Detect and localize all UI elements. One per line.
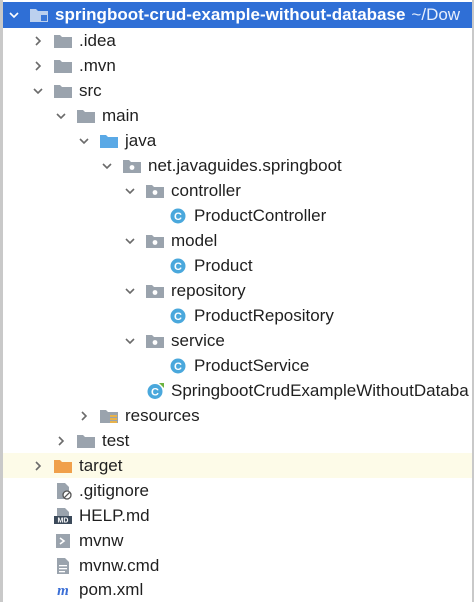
folder-icon bbox=[76, 107, 96, 125]
tree-label-src: src bbox=[79, 80, 102, 100]
tree-label-service: service bbox=[171, 330, 225, 350]
script-file-icon bbox=[53, 532, 73, 550]
tree-row-repository[interactable]: repository bbox=[3, 278, 472, 303]
tree-label-package: net.javaguides.springboot bbox=[148, 155, 342, 175]
tree-label-gitignore: .gitignore bbox=[79, 480, 149, 500]
package-icon bbox=[145, 232, 165, 250]
tree-row-model[interactable]: model bbox=[3, 228, 472, 253]
tree-label-product-controller: ProductController bbox=[194, 205, 327, 225]
tree-label-java: java bbox=[125, 130, 157, 150]
tree-row-service[interactable]: service bbox=[3, 328, 472, 353]
text-file-icon bbox=[53, 557, 73, 575]
chevron-right-icon[interactable] bbox=[32, 60, 44, 72]
java-class-icon: C bbox=[168, 207, 188, 225]
package-icon bbox=[145, 282, 165, 300]
tree-label-target: target bbox=[79, 455, 123, 475]
java-class-icon: C bbox=[168, 307, 188, 325]
tree-label-product: Product bbox=[194, 255, 253, 275]
svg-text:C: C bbox=[174, 311, 182, 323]
tree-row-java[interactable]: java bbox=[3, 128, 472, 153]
package-icon bbox=[145, 332, 165, 350]
tree-row-pom-xml[interactable]: m pom.xml bbox=[3, 577, 472, 602]
resources-folder-icon bbox=[99, 407, 119, 425]
tree-row-product-repository[interactable]: C ProductRepository bbox=[3, 303, 472, 328]
folder-icon bbox=[53, 32, 73, 50]
tree-label-idea: .idea bbox=[79, 30, 116, 50]
project-path: ~/Dow bbox=[411, 5, 461, 24]
tree-row-project-root[interactable]: springboot-crud-example-without-database… bbox=[3, 2, 472, 28]
tree-row-controller[interactable]: controller bbox=[3, 178, 472, 203]
tree-label-mvnw: mvnw bbox=[79, 530, 124, 550]
maven-icon: m bbox=[53, 581, 73, 599]
tree-row-product-controller[interactable]: C ProductController bbox=[3, 203, 472, 228]
chevron-right-icon[interactable] bbox=[32, 460, 44, 472]
tree-row-application-class[interactable]: C SpringbootCrudExampleWithoutDataba bbox=[3, 378, 472, 403]
package-icon bbox=[122, 157, 142, 175]
svg-text:C: C bbox=[174, 361, 182, 373]
tree-label-test: test bbox=[102, 430, 130, 450]
tree-row-mvnw-cmd[interactable]: mvnw.cmd bbox=[3, 553, 472, 578]
tree-label-pom-xml: pom.xml bbox=[79, 579, 144, 599]
tree-row-mvnw[interactable]: mvnw bbox=[3, 528, 472, 553]
tree-label-mvn: .mvn bbox=[79, 55, 116, 75]
svg-text:MD: MD bbox=[58, 517, 69, 524]
project-name: springboot-crud-example-without-database bbox=[55, 5, 406, 24]
chevron-down-icon[interactable] bbox=[8, 9, 20, 21]
tree-label-help-md: HELP.md bbox=[79, 505, 150, 525]
tree-row-test[interactable]: test bbox=[3, 428, 472, 453]
tree-row-mvn[interactable]: .mvn bbox=[3, 53, 472, 78]
tree-row-src[interactable]: src bbox=[3, 78, 472, 103]
tree-label-resources: resources bbox=[125, 405, 200, 425]
tree-row-product[interactable]: C Product bbox=[3, 253, 472, 278]
tree-label-product-repository: ProductRepository bbox=[194, 305, 334, 325]
chevron-right-icon[interactable] bbox=[32, 35, 44, 47]
chevron-down-icon[interactable] bbox=[55, 110, 67, 122]
svg-text:C: C bbox=[174, 211, 182, 223]
tree-label-repository: repository bbox=[171, 280, 246, 300]
svg-text:C: C bbox=[174, 261, 182, 273]
tree-label-product-service: ProductService bbox=[194, 355, 310, 375]
folder-icon bbox=[53, 82, 73, 100]
chevron-down-icon[interactable] bbox=[101, 160, 113, 172]
module-folder-icon bbox=[29, 6, 49, 24]
tree-label-model: model bbox=[171, 230, 218, 250]
folder-icon bbox=[76, 432, 96, 450]
chevron-down-icon[interactable] bbox=[124, 185, 136, 197]
spring-boot-class-icon: C bbox=[145, 382, 165, 400]
folder-icon bbox=[53, 57, 73, 75]
chevron-right-icon[interactable] bbox=[55, 435, 67, 447]
tree-row-help-md[interactable]: MD HELP.md bbox=[3, 503, 472, 528]
svg-text:m: m bbox=[57, 583, 69, 599]
tree-row-resources[interactable]: resources bbox=[3, 403, 472, 428]
chevron-down-icon[interactable] bbox=[124, 235, 136, 247]
markdown-file-icon: MD bbox=[53, 507, 73, 525]
chevron-down-icon[interactable] bbox=[78, 135, 90, 147]
chevron-right-icon[interactable] bbox=[78, 410, 90, 422]
package-icon bbox=[145, 182, 165, 200]
svg-text:C: C bbox=[151, 386, 159, 398]
ignore-file-icon bbox=[53, 482, 73, 500]
tree-row-main[interactable]: main bbox=[3, 103, 472, 128]
java-class-icon: C bbox=[168, 257, 188, 275]
java-class-icon: C bbox=[168, 357, 188, 375]
tree-label-controller: controller bbox=[171, 180, 241, 200]
source-folder-icon bbox=[99, 132, 119, 150]
tree-label-main: main bbox=[102, 105, 139, 125]
excluded-folder-icon bbox=[53, 457, 73, 475]
chevron-down-icon[interactable] bbox=[124, 285, 136, 297]
tree-label-application-class: SpringbootCrudExampleWithoutDataba bbox=[171, 380, 469, 400]
tree-row-gitignore[interactable]: .gitignore bbox=[3, 478, 472, 503]
tree-row-idea[interactable]: .idea bbox=[3, 28, 472, 53]
tree-label-mvnw-cmd: mvnw.cmd bbox=[79, 555, 160, 575]
tree-row-target[interactable]: target bbox=[3, 453, 472, 478]
chevron-down-icon[interactable] bbox=[32, 85, 44, 97]
chevron-down-icon[interactable] bbox=[124, 335, 136, 347]
tree-row-product-service[interactable]: C ProductService bbox=[3, 353, 472, 378]
tree-row-package[interactable]: net.javaguides.springboot bbox=[3, 153, 472, 178]
